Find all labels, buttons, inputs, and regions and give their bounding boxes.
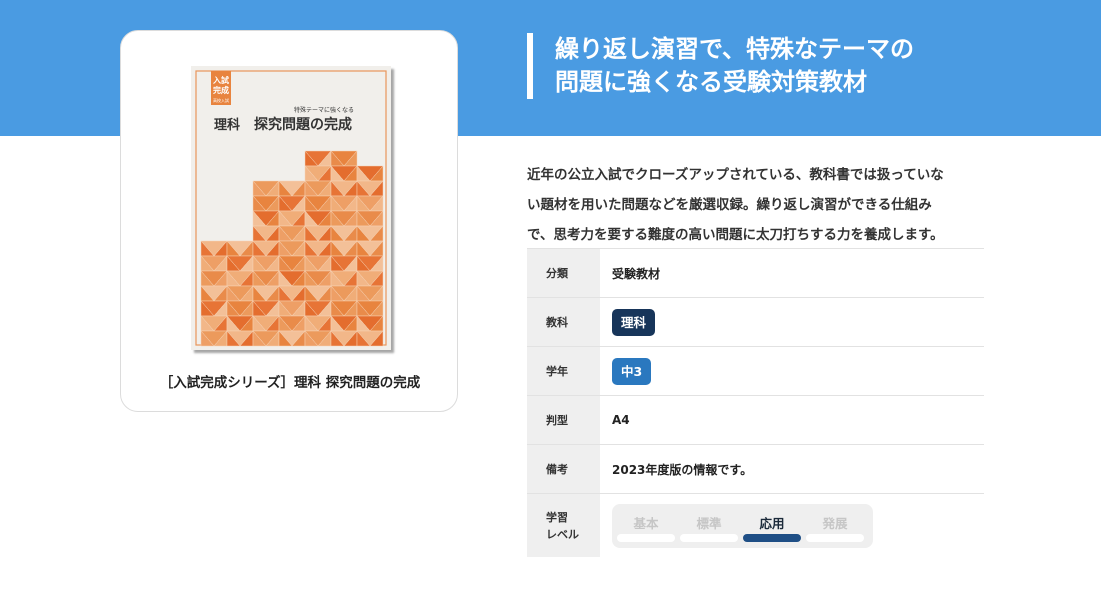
grade-badge: 中3 xyxy=(612,357,652,385)
level-option-advanced: 発展 xyxy=(806,504,864,548)
cover-subject: 理科 xyxy=(214,117,240,133)
spec-label-format: 判型 xyxy=(527,395,600,445)
level-option-label: 応用 xyxy=(759,515,785,531)
spec-label-subject: 教科 xyxy=(527,297,600,347)
level-indicator: 基本 標準 応用 発展 xyxy=(612,503,873,548)
cover-badge-line1: 入試 xyxy=(212,75,229,85)
level-option-label: 発展 xyxy=(822,515,848,531)
cover-badge-sub: 高校入試 xyxy=(213,97,229,103)
book-cover-image[interactable]: 入試 完成 高校入試 特殊テーマに強くなる 理科 探究問題の完成 xyxy=(191,66,391,350)
spec-row-note: 備考 2023年度版の情報です。 xyxy=(527,444,984,494)
product-caption: ［入試完成シリーズ］理科 探究問題の完成 xyxy=(159,375,421,391)
spec-label-note: 備考 xyxy=(527,444,600,494)
cover-subtitle: 特殊テーマに強くなる xyxy=(294,106,354,114)
spec-value-format: A4 xyxy=(600,395,984,445)
cover-badge-line2: 完成 xyxy=(213,85,229,95)
level-option-basic: 基本 xyxy=(617,504,675,548)
headline-line-2: 問題に強くなる受験対策教材 xyxy=(555,68,867,96)
spec-value-category: 受験教材 xyxy=(600,248,984,298)
description-line-3: で、思考力を要する難度の高い問題に太刀打ちする力を養成します。 xyxy=(527,227,944,243)
page-headline: 繰り返し演習で、特殊なテーマの 問題に強くなる受験対策教材 xyxy=(527,33,1075,99)
level-option-bar xyxy=(617,533,675,542)
spec-label-grade: 学年 xyxy=(527,346,600,396)
product-card: 入試 完成 高校入試 特殊テーマに強くなる 理科 探究問題の完成 ［入試完成シリ… xyxy=(120,30,458,412)
level-option-bar xyxy=(806,533,864,542)
level-label-line-2: レベル xyxy=(546,527,579,541)
level-option-bar xyxy=(680,533,738,542)
spec-row-level: 学習 レベル 基本 標準 応用 発展 xyxy=(527,493,984,557)
spec-row-grade: 学年 中3 xyxy=(527,346,984,396)
headline-line-1: 繰り返し演習で、特殊なテーマの xyxy=(555,35,915,63)
spec-table: 分類 受験教材 教科 理科 学年 中3 判型 A4 備考 2023年度版の情報で… xyxy=(527,248,984,557)
level-option-standard: 標準 xyxy=(680,504,738,548)
cover-title: 探究問題の完成 xyxy=(254,116,352,133)
level-option-label: 基本 xyxy=(633,515,659,531)
spec-row-format: 判型 A4 xyxy=(527,395,984,445)
description-line-1: 近年の公立入試でクローズアップされている、教科書では扱っていな xyxy=(527,167,944,183)
spec-row-subject: 教科 理科 xyxy=(527,297,984,347)
level-option-bar xyxy=(743,533,801,542)
subject-badge: 理科 xyxy=(612,308,656,336)
level-label-line-1: 学習 xyxy=(546,510,568,524)
spec-value-note: 2023年度版の情報です。 xyxy=(600,444,984,494)
description-line-2: い題材を用いた問題などを厳選収録。繰り返し演習ができる仕組み xyxy=(527,197,932,213)
level-option-label: 標準 xyxy=(696,515,722,531)
spec-label-category: 分類 xyxy=(527,248,600,298)
product-description: 近年の公立入試でクローズアップされている、教科書では扱っていな い題材を用いた問… xyxy=(527,160,987,250)
spec-row-category: 分類 受験教材 xyxy=(527,248,984,298)
level-option-applied: 応用 xyxy=(743,504,801,548)
spec-label-level: 学習 レベル xyxy=(527,493,600,557)
